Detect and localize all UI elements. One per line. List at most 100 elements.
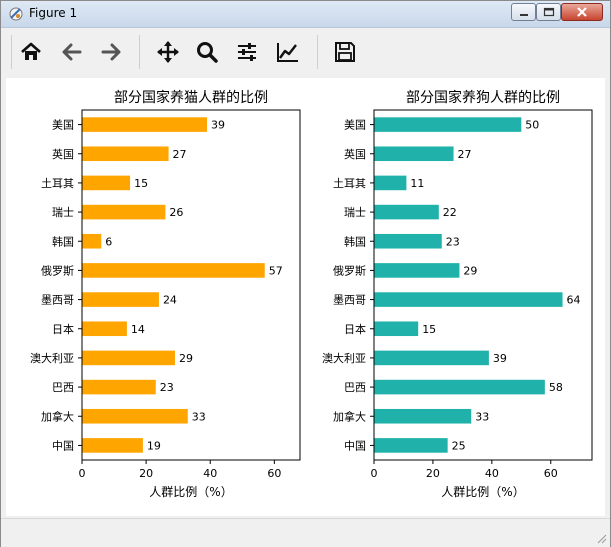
bar[interactable]	[82, 350, 175, 366]
x-tick-label: 60	[267, 467, 281, 480]
bar-value-label: 64	[567, 294, 581, 307]
y-tick-label: 加拿大	[333, 409, 366, 423]
bar[interactable]	[82, 146, 169, 162]
bar[interactable]	[82, 408, 188, 424]
bar-value-label: 15	[422, 323, 436, 336]
bar-value-label: 33	[475, 410, 489, 423]
bar[interactable]	[82, 321, 127, 337]
bar-value-label: 50	[525, 119, 539, 132]
arrow-left-icon	[62, 43, 82, 61]
axes-frame	[81, 109, 301, 461]
app-icon	[9, 7, 23, 21]
y-tick-label: 英国	[344, 147, 366, 161]
x-tick-label: 40	[485, 467, 499, 480]
y-tick-label: 瑞士	[344, 205, 366, 219]
title-bar: Figure 1	[1, 1, 610, 28]
move-arrows-icon	[157, 41, 179, 63]
arrow-right-icon	[101, 43, 121, 61]
home-button[interactable]	[16, 37, 46, 67]
line-chart-icon	[277, 43, 298, 62]
bar-value-label: 19	[147, 439, 161, 452]
configure-subplots-button[interactable]	[232, 37, 262, 67]
bar-value-label: 29	[463, 264, 477, 277]
bar[interactable]	[374, 438, 448, 453]
floppy-disk-icon	[335, 42, 355, 62]
status-bar	[1, 518, 610, 547]
bar[interactable]	[82, 117, 208, 132]
minimize-icon	[520, 14, 528, 16]
x-tick-label: 0	[371, 467, 378, 480]
y-tick-label: 澳大利亚	[322, 351, 366, 365]
axes-frame	[373, 109, 593, 461]
x-tick-label: 20	[426, 467, 440, 480]
x-tick-label: 0	[79, 467, 86, 480]
bar[interactable]	[374, 117, 522, 132]
zoom-button[interactable]	[192, 37, 222, 67]
x-tick-label: 60	[544, 467, 558, 480]
magnifier-icon	[197, 42, 218, 63]
y-tick-label: 瑞士	[52, 205, 74, 219]
close-icon	[577, 7, 587, 17]
bar[interactable]	[374, 263, 460, 278]
y-tick-label: 土耳其	[41, 177, 74, 190]
bar-value-label: 6	[105, 235, 112, 248]
bar-value-label: 57	[269, 264, 283, 277]
close-button[interactable]	[561, 3, 603, 21]
bar[interactable]	[374, 233, 442, 249]
x-axis-label: 人群比例（%）	[441, 485, 524, 499]
bar[interactable]	[374, 292, 563, 307]
edit-axis-button[interactable]	[273, 37, 303, 67]
bar-value-label: 24	[163, 294, 177, 307]
bar[interactable]	[374, 146, 454, 162]
bar-value-label: 27	[458, 148, 472, 161]
window-title: Figure 1	[29, 6, 78, 20]
y-tick-label: 土耳其	[333, 177, 366, 190]
bar-value-label: 33	[192, 410, 206, 423]
bar-value-label: 26	[169, 206, 183, 219]
back-button[interactable]	[57, 37, 87, 67]
figure-window: Figure 1 部分国家养猫人群的比例 39 美国 27 英国 15 土耳其 …	[0, 0, 611, 547]
toolbar-separator	[139, 35, 140, 69]
maximize-button[interactable]	[536, 3, 561, 21]
bar[interactable]	[82, 438, 143, 453]
bar-value-label: 29	[179, 352, 193, 365]
bar[interactable]	[374, 350, 489, 366]
y-tick-label: 韩国	[344, 234, 366, 248]
bar[interactable]	[374, 408, 472, 424]
bar[interactable]	[82, 379, 156, 395]
bar-value-label: 25	[452, 439, 466, 452]
bar-value-label: 23	[160, 381, 174, 394]
bar[interactable]	[374, 321, 419, 337]
chart-title: 部分国家养猫人群的比例	[114, 89, 268, 106]
charts-svg: 部分国家养猫人群的比例 39 美国 27 英国 15 土耳其 26 瑞士 6 韩国 57 俄罗斯 24 墨西…	[30, 89, 593, 499]
bar-value-label: 14	[131, 323, 145, 336]
y-tick-label: 澳大利亚	[30, 351, 74, 365]
y-tick-label: 墨西哥	[41, 294, 74, 307]
y-tick-label: 俄罗斯	[41, 264, 74, 277]
resize-grip-icon[interactable]	[595, 532, 607, 544]
bar-value-label: 23	[446, 235, 460, 248]
bar[interactable]	[82, 175, 131, 191]
y-tick-label: 韩国	[52, 234, 74, 248]
y-tick-label: 英国	[52, 147, 74, 161]
toolbar-grip	[11, 35, 12, 69]
bar[interactable]	[82, 204, 166, 220]
bar[interactable]	[374, 204, 439, 220]
y-tick-label: 加拿大	[41, 409, 74, 423]
minimize-button[interactable]	[511, 3, 536, 21]
save-button[interactable]	[330, 37, 360, 67]
bar-value-label: 27	[173, 148, 187, 161]
y-tick-label: 日本	[344, 322, 366, 336]
bar[interactable]	[82, 233, 102, 249]
figure-canvas[interactable]: 部分国家养猫人群的比例 39 美国 27 英国 15 土耳其 26 瑞士 6 韩国 57 俄罗斯 24 墨西…	[6, 78, 605, 516]
bar-value-label: 15	[134, 177, 148, 190]
pan-button[interactable]	[153, 37, 183, 67]
bar[interactable]	[82, 263, 265, 278]
sliders-icon	[238, 43, 256, 61]
bar[interactable]	[374, 379, 545, 395]
bar-value-label: 39	[211, 119, 225, 132]
bar[interactable]	[374, 175, 407, 191]
forward-button[interactable]	[96, 37, 126, 67]
bar[interactable]	[82, 292, 159, 307]
x-tick-label: 20	[139, 467, 153, 480]
